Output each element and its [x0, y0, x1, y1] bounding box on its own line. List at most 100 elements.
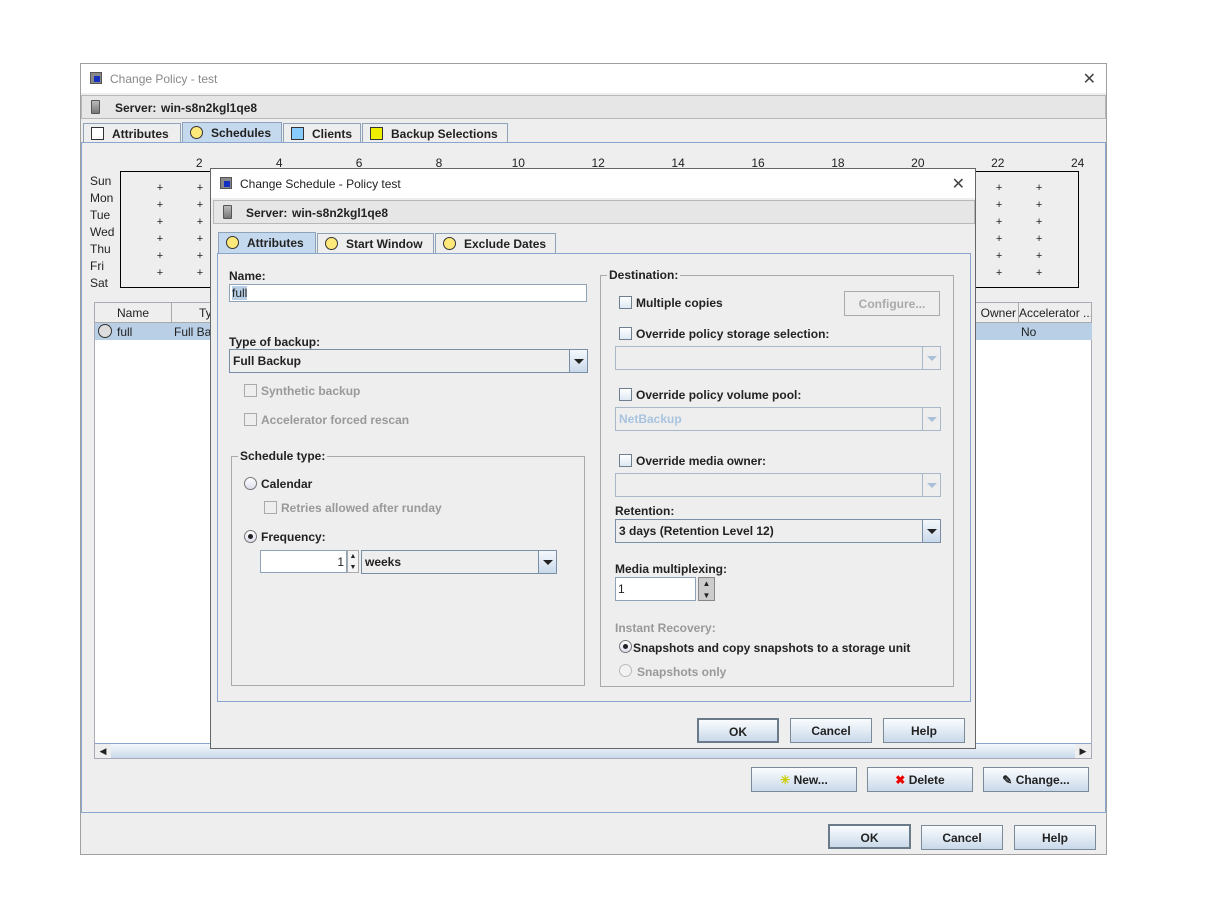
column-header-owner[interactable]: Owner [975, 303, 1019, 323]
tab-exclude-dates[interactable]: Exclude Dates [435, 233, 556, 253]
server-bar: Server: win-s8n2kgl1qe8 [213, 200, 975, 224]
volume-pool-select[interactable]: NetBackup [615, 407, 941, 431]
frequency-unit-select[interactable]: weeks [361, 550, 557, 574]
calendar-radio[interactable] [244, 477, 257, 490]
day-label: Wed [90, 225, 115, 239]
multiplexing-stepper[interactable]: ▲ ▼ [698, 577, 715, 601]
accelerator-rescan-label: Accelerator forced rescan [261, 413, 410, 427]
tab-start-window[interactable]: Start Window [317, 233, 434, 253]
cancel-button[interactable]: Cancel [921, 825, 1003, 850]
override-owner-label: Override media owner: [636, 454, 767, 468]
tab-clients[interactable]: Clients [283, 123, 361, 143]
day-label: Fri [90, 259, 104, 273]
calendar-label: Calendar [261, 477, 313, 491]
change-button[interactable]: ✎ Change... [983, 767, 1089, 792]
server-bar: Server: win-s8n2kgl1qe8 [81, 95, 1106, 119]
hour-label: 24 [1071, 156, 1085, 170]
ir-option1-radio[interactable] [619, 640, 632, 653]
window-title: Change Policy - test [110, 72, 218, 86]
grid-tick: + [196, 267, 204, 279]
tab-label: Schedules [211, 126, 272, 140]
multiplexing-input[interactable]: 1 [615, 577, 696, 601]
dialog-cancel-button[interactable]: Cancel [790, 718, 872, 743]
accelerator-rescan-checkbox[interactable] [244, 413, 257, 426]
dialog-title-bar: Change Schedule - Policy test ✕ [211, 169, 975, 198]
grid-tick: + [1035, 199, 1043, 211]
server-label: Server: [115, 101, 157, 115]
instant-recovery-label: Instant Recovery: [615, 621, 716, 635]
app-icon [220, 177, 232, 189]
clock-exclude-icon [443, 237, 456, 250]
frequency-stepper[interactable]: ▲ ▼ [347, 550, 359, 573]
help-button[interactable]: Help [1014, 825, 1096, 850]
dialog-help-button[interactable]: Help [883, 718, 965, 743]
override-owner-checkbox[interactable] [619, 454, 632, 467]
synthetic-backup-label: Synthetic backup [261, 384, 361, 398]
override-storage-label: Override policy storage selection: [636, 327, 830, 341]
chevron-down-icon[interactable] [569, 350, 587, 372]
close-icon[interactable]: ✕ [952, 174, 965, 194]
day-label: Tue [90, 208, 111, 222]
tab-attributes[interactable]: Attributes [218, 232, 316, 253]
attributes-panel: Name: full Type of backup: Full Backup S… [217, 253, 971, 702]
grid-tick: + [196, 199, 204, 211]
grid-tick: + [1035, 233, 1043, 245]
chevron-down-icon [922, 474, 940, 496]
grid-tick: + [196, 216, 204, 228]
clock-icon [98, 324, 112, 338]
ok-button[interactable]: OK [828, 824, 911, 849]
grid-tick: + [156, 267, 164, 279]
name-input[interactable]: full [229, 284, 587, 302]
tab-label: Backup Selections [391, 127, 498, 141]
cell-name: full [117, 325, 133, 339]
retries-checkbox[interactable] [264, 501, 277, 514]
override-pool-checkbox[interactable] [619, 388, 632, 401]
scroll-right-icon[interactable]: ▶ [1075, 744, 1091, 758]
delete-button[interactable]: ✖ Delete [867, 767, 973, 792]
scroll-left-icon[interactable]: ◀ [95, 744, 111, 758]
title-bar: Change Policy - test ✕ [81, 64, 1106, 93]
retention-select[interactable]: 3 days (Retention Level 12) [615, 519, 941, 543]
files-icon [370, 127, 383, 140]
name-label: Name: [229, 269, 266, 283]
list-icon [91, 127, 104, 140]
tab-label: Clients [312, 127, 353, 141]
type-of-backup-select[interactable]: Full Backup [229, 349, 588, 373]
retries-label: Retries allowed after runday [281, 501, 442, 515]
tab-attributes[interactable]: Attributes [83, 123, 181, 143]
override-storage-checkbox[interactable] [619, 327, 632, 340]
grid-tick: + [1035, 267, 1043, 279]
media-owner-select[interactable] [615, 473, 941, 497]
frequency-radio[interactable] [244, 530, 257, 543]
tab-schedules[interactable]: Schedules [182, 122, 282, 143]
chevron-down-icon [922, 347, 940, 369]
grid-tick: + [196, 182, 204, 194]
close-icon[interactable]: ✕ [1083, 69, 1096, 89]
new-button[interactable]: ✳ New... [751, 767, 857, 792]
configure-button[interactable]: Configure... [844, 291, 940, 316]
column-header-type[interactable]: Typ [172, 303, 212, 323]
day-label: Thu [90, 242, 111, 256]
frequency-input[interactable]: 1 [260, 550, 347, 573]
schedule-type-label: Schedule type: [238, 449, 328, 463]
pencil-hand-icon: ✎ [1002, 773, 1013, 787]
column-header-accelerator[interactable]: Accelerator ... [1019, 303, 1092, 323]
synthetic-backup-checkbox[interactable] [244, 384, 257, 397]
day-label: Sun [90, 174, 112, 188]
tab-backup-selections[interactable]: Backup Selections [362, 123, 508, 143]
chevron-down-icon[interactable] [538, 551, 556, 573]
grid-tick: + [196, 250, 204, 262]
frequency-label: Frequency: [261, 530, 326, 544]
sparkle-icon: ✳ [780, 773, 791, 787]
column-header-name[interactable]: Name [95, 303, 172, 323]
chevron-down-icon[interactable] [922, 520, 940, 542]
multiple-copies-checkbox[interactable] [619, 296, 632, 309]
storage-select[interactable] [615, 346, 941, 370]
clock-icon [190, 126, 203, 139]
dialog-ok-button[interactable]: OK [697, 718, 779, 743]
x-icon: ✖ [895, 773, 906, 787]
ir-option2-radio[interactable] [619, 664, 632, 677]
grid-tick: + [156, 233, 164, 245]
grid-tick: + [156, 216, 164, 228]
clock-icon [325, 237, 338, 250]
